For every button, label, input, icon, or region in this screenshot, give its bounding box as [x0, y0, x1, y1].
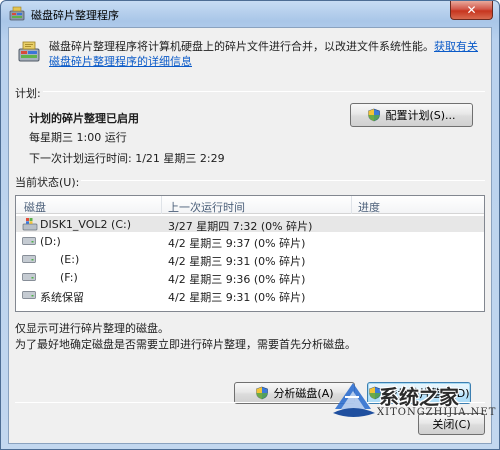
defragment-disk-label: 磁盘碎片整理(D): [386, 387, 470, 400]
status-group-label: 当前状态(U):: [15, 176, 80, 189]
disk-row[interactable]: (F:) 4/2 星期三 9:36 (0% 碎片): [16, 269, 484, 286]
configure-schedule-label: 配置计划(S)...: [385, 109, 456, 122]
analyze-disk-label: 分析磁盘(A): [273, 387, 334, 400]
disk-name: (F:): [60, 271, 78, 284]
drive-icon: [22, 273, 36, 281]
configure-schedule-button[interactable]: 配置计划(S)...: [350, 103, 473, 127]
uac-shield-icon: [256, 386, 269, 400]
disk-name: 系统保留: [40, 291, 84, 304]
client-area: 磁盘碎片整理程序将计算机硬盘上的碎片文件进行合并，以改进文件系统性能。获取有关磁…: [8, 27, 495, 444]
window-title: 磁盘碎片整理程序: [31, 9, 119, 22]
column-header-last-run[interactable]: 上一次运行时间: [168, 199, 245, 215]
drive-icon: [22, 255, 36, 263]
disk-name: (D:): [40, 235, 61, 248]
defrag-window: 磁盘碎片整理程序 ✕ 磁盘碎片整理程序将计算机硬盘上的碎片文件进行合并，以改进文…: [0, 0, 500, 450]
defrag-app-icon: [9, 6, 25, 21]
schedule-status: 计划的碎片整理已启用: [29, 112, 139, 125]
disk-list[interactable]: 磁盘 上一次运行时间 进度 DISK1_VOL2 (C:) 3/27 星期四 7…: [15, 195, 485, 312]
footer-divider: [15, 402, 485, 403]
drive-icon: [22, 291, 36, 299]
close-button-label: 关闭(C): [432, 418, 471, 431]
status-group-divider: [81, 180, 485, 181]
disk-name: DISK1_VOL2 (C:): [40, 218, 131, 231]
description-text: 磁盘碎片整理程序将计算机硬盘上的碎片文件进行合并，以改进文件系统性能。: [49, 40, 434, 53]
note-analyze-first: 为了最好地确定磁盘是否需要立即进行碎片整理，需要首先分析磁盘。: [15, 338, 356, 351]
disk-row[interactable]: (E:) 4/2 星期三 9:31 (0% 碎片): [16, 251, 484, 268]
title-bar[interactable]: 磁盘碎片整理程序 ✕: [1, 1, 499, 27]
analyze-disk-button[interactable]: 分析磁盘(A): [234, 382, 355, 404]
defragment-disk-button[interactable]: 磁盘碎片整理(D): [367, 382, 471, 404]
system-drive-icon: [22, 218, 38, 231]
disk-last-run: 4/2 星期三 9:31 (0% 碎片): [168, 291, 306, 304]
disk-list-header: 磁盘 上一次运行时间 进度: [16, 196, 484, 214]
column-separator: [351, 196, 352, 214]
note-defraggable-only: 仅显示可进行碎片整理的磁盘。: [15, 322, 169, 335]
defrag-header-icon: [18, 41, 40, 62]
uac-shield-icon: [369, 386, 382, 400]
disk-name: (E:): [60, 253, 80, 266]
disk-last-run: 4/2 星期三 9:31 (0% 碎片): [168, 255, 306, 268]
disk-last-run: 3/27 星期四 7:32 (0% 碎片): [168, 220, 313, 233]
uac-shield-icon: [368, 108, 381, 122]
schedule-frequency: 每星期三 1:00 运行: [29, 131, 127, 144]
column-separator: [161, 196, 162, 214]
schedule-group-label: 计划:: [15, 87, 41, 100]
column-header-progress[interactable]: 进度: [358, 199, 380, 215]
drive-icon: [22, 237, 36, 245]
header-description: 磁盘碎片整理程序将计算机硬盘上的碎片文件进行合并，以改进文件系统性能。获取有关磁…: [49, 39, 487, 69]
disk-row[interactable]: DISK1_VOL2 (C:) 3/27 星期四 7:32 (0% 碎片): [16, 216, 484, 233]
schedule-next-run: 下一次计划运行时间: 1/21 星期三 2:29: [29, 152, 225, 165]
close-button[interactable]: 关闭(C): [418, 413, 485, 435]
disk-row[interactable]: 系统保留 4/2 星期三 9:31 (0% 碎片): [16, 287, 484, 304]
window-close-button[interactable]: ✕: [450, 1, 493, 20]
schedule-group-divider: [43, 91, 485, 92]
disk-last-run: 4/2 星期三 9:37 (0% 碎片): [168, 237, 306, 250]
disk-last-run: 4/2 星期三 9:36 (0% 碎片): [168, 273, 306, 286]
disk-row[interactable]: (D:) 4/2 星期三 9:37 (0% 碎片): [16, 233, 484, 250]
column-header-disk[interactable]: 磁盘: [24, 199, 46, 215]
